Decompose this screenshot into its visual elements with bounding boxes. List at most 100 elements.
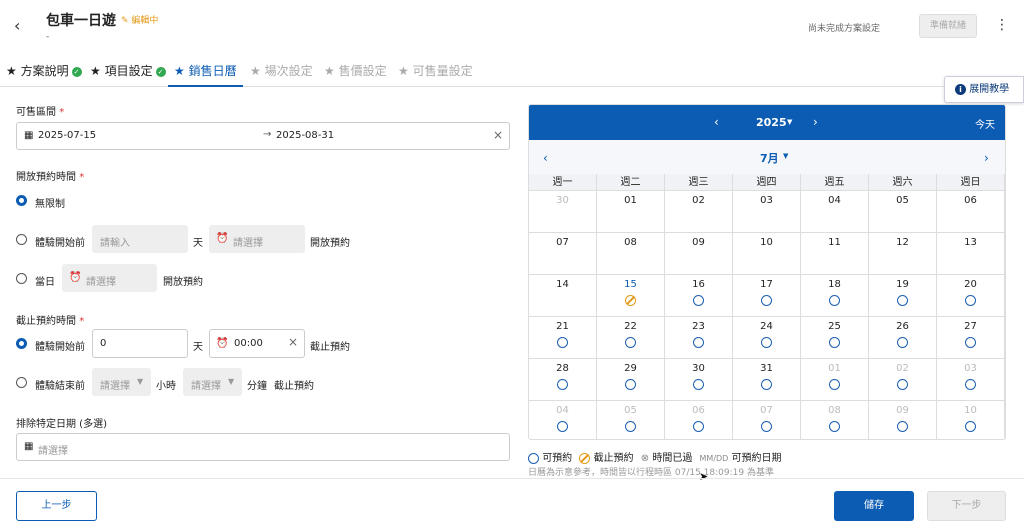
calendar-day-cell[interactable]: 07: [529, 233, 597, 275]
available-icon: [897, 295, 908, 306]
calendar-day-cell[interactable]: 07: [733, 401, 801, 439]
open-same-day-radio[interactable]: [16, 273, 27, 284]
calendar-day-cell[interactable]: 05: [597, 401, 665, 439]
calendar-day-cell[interactable]: 06: [665, 401, 733, 439]
calendar-day-cell[interactable]: 30: [665, 359, 733, 401]
calendar-day-cell[interactable]: 21: [529, 317, 597, 359]
calendar-day-cell[interactable]: 13: [937, 233, 1005, 275]
calendar-day-cell[interactable]: 06: [937, 191, 1005, 233]
close-days-input[interactable]: 0: [92, 329, 188, 358]
calendar-day-cell[interactable]: 20: [937, 275, 1005, 317]
back-arrow-icon[interactable]: ‹: [14, 18, 30, 34]
weekday-header: 週六: [869, 174, 937, 191]
save-button[interactable]: 儲存: [834, 491, 914, 521]
close-before-radio[interactable]: [16, 338, 27, 349]
sale-range-picker[interactable]: ▦ 2025-07-15 → 2025-08-31 ×: [16, 122, 510, 150]
calendar-legend: 可預約 截止預約 ⊗ 時間已過 MM/DD 可預約日期: [528, 449, 782, 464]
calendar-day-cell[interactable]: 03: [937, 359, 1005, 401]
tab-price-settings[interactable]: ★ 售價設定: [324, 60, 387, 87]
same-day-time-select[interactable]: ⏰ 請選擇: [62, 264, 157, 292]
prev-month-icon[interactable]: ‹: [543, 151, 548, 165]
calendar-day-cell[interactable]: 01: [597, 191, 665, 233]
calendar-day-cell[interactable]: 27: [937, 317, 1005, 359]
next-step-button[interactable]: 下一步: [927, 491, 1006, 521]
calendar-day-cell[interactable]: 02: [665, 191, 733, 233]
tab-quantity-settings[interactable]: ★ 可售量設定: [398, 60, 473, 87]
calendar-day-cell[interactable]: 01: [801, 359, 869, 401]
day-number: 17: [760, 279, 773, 290]
caret-down-icon: ▼: [137, 377, 144, 386]
next-month-icon[interactable]: ›: [984, 151, 989, 165]
sales-calendar: ‹ 2025 ▼ › 今天 ‹ 7月 ▼ › 週一 週二 週三 週四 週五 週六 週日 30…: [528, 104, 1006, 440]
day-number: 21: [556, 321, 569, 332]
day-number: 08: [828, 405, 841, 416]
closed-icon: [579, 452, 591, 464]
more-menu-icon[interactable]: ⋮: [995, 18, 1009, 32]
close-hours-select[interactable]: 請選擇 ▼: [92, 368, 151, 396]
close-minutes-select[interactable]: 請選擇 ▼: [183, 368, 242, 396]
month-label[interactable]: 7月: [760, 150, 779, 166]
ready-button[interactable]: 準備就緒: [919, 14, 977, 38]
calendar-day-cell[interactable]: 05: [869, 191, 937, 233]
day-number: 03: [760, 195, 773, 206]
info-icon: i: [955, 84, 966, 95]
calendar-day-cell[interactable]: 02: [869, 359, 937, 401]
close-time-picker[interactable]: ⏰ 00:00 ×: [209, 329, 305, 358]
tab-bar: ★ 方案說明 ✓ ★ 項目設定 ✓ ★ 銷售日曆 ★ 場次設定 ★ 售價設定 ★ 可…: [0, 60, 1024, 87]
calendar-day-cell[interactable]: 14: [529, 275, 597, 317]
next-year-icon[interactable]: ›: [813, 115, 818, 129]
prev-year-icon[interactable]: ‹: [714, 115, 719, 129]
available-icon: [965, 295, 976, 306]
day-number: 02: [692, 195, 705, 206]
calendar-day-cell[interactable]: 08: [801, 401, 869, 439]
calendar-day-cell[interactable]: 23: [665, 317, 733, 359]
open-before-radio[interactable]: [16, 234, 27, 245]
calendar-day-cell[interactable]: 16: [665, 275, 733, 317]
tab-session-settings[interactable]: ★ 場次設定: [250, 60, 313, 87]
calendar-day-cell[interactable]: 22: [597, 317, 665, 359]
open-unlimited-radio[interactable]: [16, 195, 27, 206]
today-button[interactable]: 今天: [975, 116, 995, 131]
year-label[interactable]: 2025: [756, 116, 787, 129]
day-number: 12: [896, 237, 909, 248]
close-after-radio[interactable]: [16, 377, 27, 388]
calendar-day-cell[interactable]: 09: [665, 233, 733, 275]
calendar-day-cell[interactable]: 25: [801, 317, 869, 359]
prev-step-button[interactable]: 上一步: [16, 491, 97, 521]
calendar-day-cell[interactable]: 18: [801, 275, 869, 317]
calendar-day-cell[interactable]: 04: [529, 401, 597, 439]
available-icon: [965, 379, 976, 390]
calendar-day-cell[interactable]: 24: [733, 317, 801, 359]
calendar-day-cell[interactable]: 17: [733, 275, 801, 317]
caret-down-icon[interactable]: ▼: [787, 118, 792, 126]
day-number: 30: [556, 195, 569, 206]
clear-icon[interactable]: ×: [493, 128, 503, 142]
calendar-day-cell[interactable]: 03: [733, 191, 801, 233]
calendar-day-cell[interactable]: 19: [869, 275, 937, 317]
exclude-dates-picker[interactable]: ▦ 請選擇: [16, 433, 510, 461]
calendar-day-cell[interactable]: 11: [801, 233, 869, 275]
calendar-day-cell[interactable]: 09: [869, 401, 937, 439]
calendar-day-cell[interactable]: 04: [801, 191, 869, 233]
calendar-day-cell[interactable]: 29: [597, 359, 665, 401]
day-number: 25: [828, 321, 841, 332]
clear-icon[interactable]: ×: [288, 335, 298, 349]
tab-plan-description[interactable]: ★ 方案說明 ✓: [6, 60, 82, 87]
tutorial-button[interactable]: i 展開教學: [944, 76, 1024, 103]
calendar-day-cell[interactable]: 10: [937, 401, 1005, 439]
caret-down-icon[interactable]: ▼: [783, 152, 788, 160]
calendar-day-cell[interactable]: 15: [597, 275, 665, 317]
calendar-day-cell[interactable]: 10: [733, 233, 801, 275]
tab-sales-calendar[interactable]: ★ 銷售日曆: [168, 60, 243, 87]
calendar-day-cell[interactable]: 30: [529, 191, 597, 233]
calendar-day-cell[interactable]: 28: [529, 359, 597, 401]
open-days-input[interactable]: 請輸入: [92, 225, 188, 253]
open-time-select[interactable]: ⏰ 請選擇: [209, 225, 305, 253]
open-before-label: 體驗開始前: [35, 238, 85, 249]
calendar-day-cell[interactable]: 26: [869, 317, 937, 359]
calendar-day-cell[interactable]: 08: [597, 233, 665, 275]
calendar-day-cell[interactable]: 31: [733, 359, 801, 401]
tab-item-settings[interactable]: ★ 項目設定 ✓: [90, 60, 166, 87]
weekday-header: 週三: [665, 174, 733, 191]
calendar-day-cell[interactable]: 12: [869, 233, 937, 275]
